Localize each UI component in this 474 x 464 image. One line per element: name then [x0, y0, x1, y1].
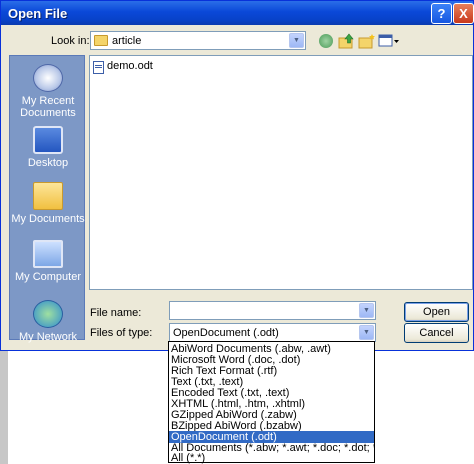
place-label: My Network — [18, 331, 78, 343]
view-menu-button[interactable] — [378, 32, 400, 50]
open-button[interactable]: Open — [404, 302, 469, 322]
recent-documents-icon — [33, 64, 63, 92]
cancel-button[interactable]: Cancel — [404, 323, 469, 343]
title-bar[interactable]: Open File ? X — [1, 1, 474, 25]
new-folder-button[interactable] — [358, 32, 376, 50]
place-label: My Computer — [14, 271, 82, 283]
open-file-dialog: Open File ? X Look in: article ▼ My Rece… — [0, 0, 474, 351]
new-folder-icon — [358, 34, 375, 49]
place-my-documents[interactable]: My Documents — [10, 182, 86, 225]
file-name-label: File name: — [90, 307, 142, 319]
place-label: My Documents — [11, 213, 85, 225]
chevron-down-icon[interactable]: ▼ — [289, 33, 304, 48]
file-type-dropdown-list: AbiWord Documents (.abw, .awt) Microsoft… — [168, 341, 375, 464]
place-desktop[interactable]: Desktop — [10, 126, 86, 169]
place-my-recent-documents[interactable]: My Recent Documents — [10, 64, 86, 119]
up-folder-icon — [338, 33, 354, 49]
place-label: My Recent Documents — [20, 95, 76, 119]
window-title: Open File — [8, 6, 68, 21]
background-stripe — [0, 351, 8, 464]
place-my-computer[interactable]: My Computer — [10, 240, 86, 283]
up-folder-button[interactable] — [338, 32, 356, 50]
chevron-down-icon[interactable]: ▼ — [359, 325, 374, 340]
place-my-network[interactable]: My Network — [10, 300, 86, 343]
files-of-type-value: OpenDocument (.odt) — [173, 327, 279, 339]
document-icon — [93, 61, 104, 74]
view-menu-icon — [378, 34, 399, 47]
chevron-down-icon[interactable]: ▼ — [359, 303, 374, 318]
my-network-icon — [33, 300, 63, 328]
look-in-combobox[interactable]: article ▼ — [90, 31, 306, 50]
files-of-type-combobox[interactable]: OpenDocument (.odt) ▼ — [169, 323, 376, 342]
look-in-label: Look in: — [51, 35, 90, 47]
back-button[interactable] — [317, 32, 335, 50]
help-icon: ? — [437, 6, 446, 21]
my-documents-icon — [33, 182, 63, 210]
help-button[interactable]: ? — [431, 3, 452, 24]
close-button[interactable]: X — [453, 3, 474, 24]
close-icon: X — [459, 6, 468, 21]
look-in-value: article — [112, 35, 142, 47]
desktop-icon — [33, 126, 63, 154]
file-list[interactable]: demo.odt — [89, 55, 473, 290]
place-label: Desktop — [27, 157, 69, 169]
files-of-type-label: Files of type: — [90, 327, 153, 339]
back-icon — [319, 34, 333, 48]
file-name: demo.odt — [107, 60, 153, 72]
folder-icon — [94, 35, 108, 46]
my-computer-icon — [33, 240, 63, 268]
file-type-option[interactable]: All (*.*) — [169, 452, 374, 464]
file-name-input[interactable] — [169, 301, 376, 320]
places-bar: My Recent Documents Desktop My Documents… — [9, 55, 86, 343]
